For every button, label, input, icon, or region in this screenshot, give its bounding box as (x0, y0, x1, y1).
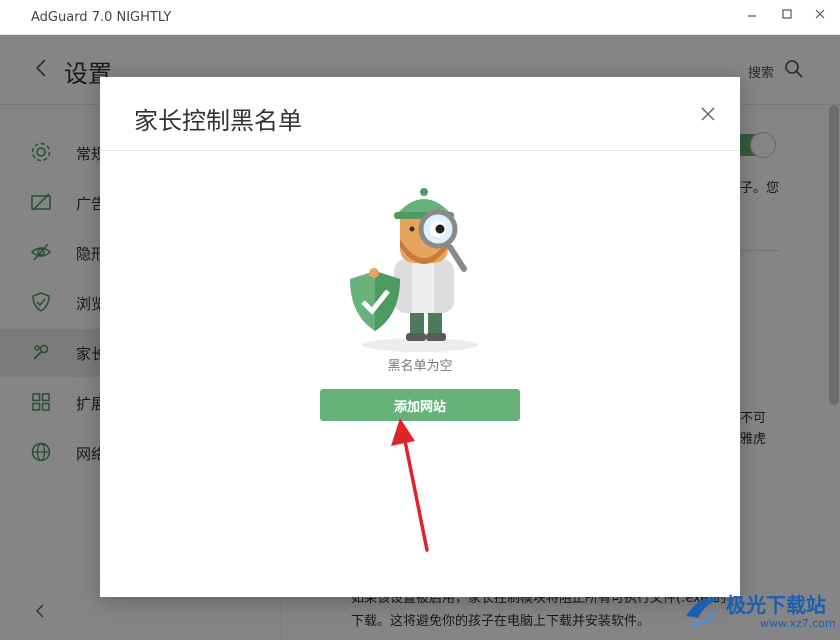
window-close-button[interactable] (810, 8, 830, 26)
watermark-url: www.xz7.com (760, 617, 836, 630)
dialog-divider (100, 150, 740, 151)
watermark-text: 极光下载站 (726, 593, 826, 617)
maximize-button[interactable] (777, 8, 797, 26)
close-icon (815, 9, 825, 19)
annotation-arrow (391, 418, 429, 552)
window-title: AdGuard 7.0 NIGHTLY (31, 10, 172, 25)
empty-state-detective-illustration (350, 188, 478, 352)
empty-state-text: 黑名单为空 (387, 359, 453, 374)
watermark-logo (686, 598, 720, 626)
window-titlebar: AdGuard 7.0 NIGHTLY (0, 0, 840, 35)
maximize-icon (782, 9, 792, 19)
close-icon[interactable] (698, 104, 718, 124)
dialog-title: 家长控制黑名单 (134, 107, 302, 135)
minimize-icon (748, 15, 756, 17)
minimize-button[interactable] (742, 8, 762, 26)
